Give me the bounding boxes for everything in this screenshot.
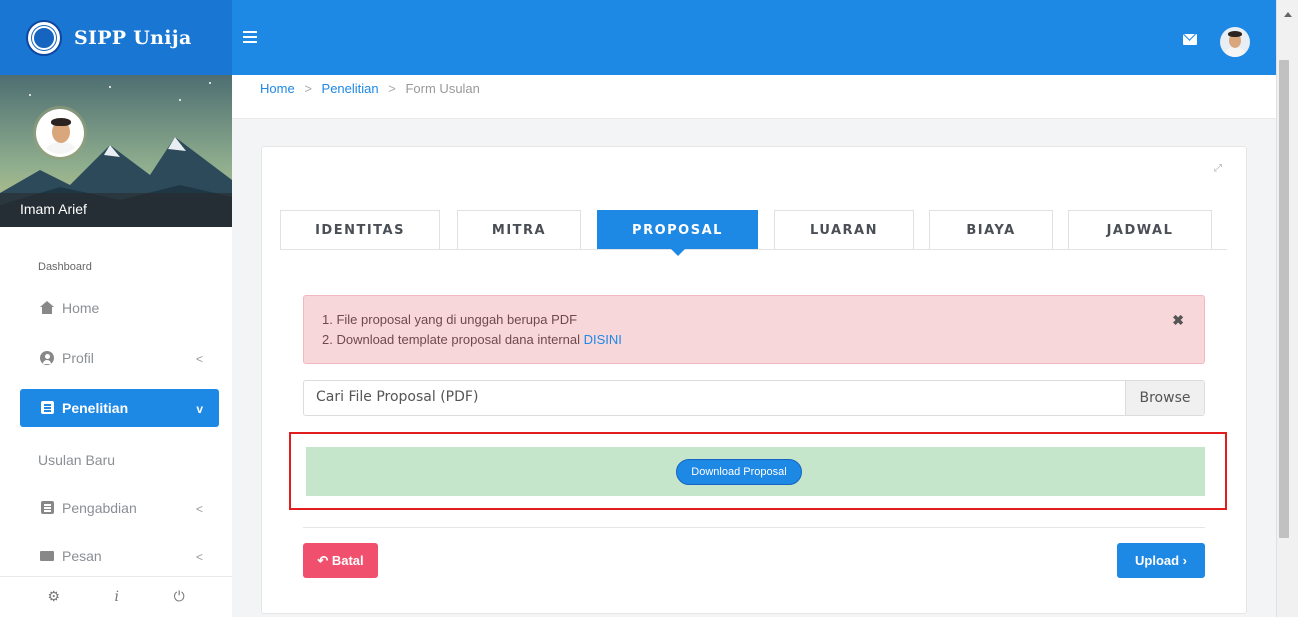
top-navbar: SIPP Unija <box>0 0 1276 75</box>
breadcrumb-separator: > <box>388 81 396 96</box>
brand-name: SIPP Unija <box>74 26 192 49</box>
scroll-up-arrow-icon[interactable] <box>1284 12 1292 17</box>
sidebar-item-penelitian[interactable]: Penelitian v <box>20 389 219 427</box>
breadcrumb-current: Form Usulan <box>405 81 480 96</box>
tab-mitra[interactable]: MITRA <box>457 210 581 249</box>
home-icon <box>40 301 54 315</box>
chevron-down-icon: v <box>196 402 203 416</box>
mail-icon[interactable] <box>1183 34 1197 45</box>
browse-button[interactable]: Browse <box>1125 381 1204 415</box>
tab-proposal[interactable]: PROPOSAL <box>597 210 758 256</box>
sidebar: Imam Arief Dashboard Home Profil < Penel… <box>0 75 232 617</box>
power-icon[interactable]: ⏻ <box>174 589 185 605</box>
alert-line-2-text: 2. Download template proposal dana inter… <box>322 332 584 347</box>
chevron-left-icon: < <box>195 550 203 564</box>
proposal-file-input[interactable]: Cari File Proposal (PDF) Browse <box>303 380 1205 416</box>
breadcrumb-penelitian[interactable]: Penelitian <box>322 81 379 96</box>
download-proposal-button[interactable]: Download Proposal <box>676 459 802 485</box>
cancel-button[interactable]: ↶ Batal <box>303 543 378 578</box>
envelope-icon <box>40 549 54 563</box>
sidebar-item-home[interactable]: Home <box>20 289 219 327</box>
tab-luaran[interactable]: LUARAN <box>774 210 914 249</box>
breadcrumb: Home > Penelitian > Form Usulan <box>232 75 1276 119</box>
sidebar-item-profil[interactable]: Profil < <box>20 339 219 377</box>
sidebar-item-label: Pengabdian <box>62 500 137 516</box>
upload-button[interactable]: Upload › <box>1117 543 1205 578</box>
tab-biaya[interactable]: BIAYA <box>929 210 1053 249</box>
info-icon[interactable]: i <box>115 589 119 605</box>
hamburger-menu-icon[interactable] <box>243 31 257 43</box>
sidebar-item-label: Pesan <box>62 548 102 564</box>
info-alert: 1. File proposal yang di unggah berupa P… <box>303 295 1205 364</box>
chevron-left-icon: < <box>195 352 203 366</box>
sidebar-item-pengabdian[interactable]: Pengabdian < <box>20 489 219 527</box>
divider <box>303 527 1205 528</box>
template-download-link[interactable]: DISINI <box>584 332 622 347</box>
chevron-left-icon: < <box>195 502 203 516</box>
document-icon <box>40 501 54 515</box>
expand-icon[interactable]: ⤢ <box>1214 163 1226 175</box>
profile-name: Imam Arief <box>0 193 232 227</box>
profile-banner: Imam Arief <box>0 75 232 227</box>
sidebar-item-label: Home <box>62 300 100 316</box>
sidebar-section-dashboard: Dashboard <box>38 261 92 273</box>
breadcrumb-separator: > <box>304 81 312 96</box>
file-input-placeholder[interactable]: Cari File Proposal (PDF) <box>304 381 1125 415</box>
breadcrumb-home[interactable]: Home <box>260 81 295 96</box>
alert-line-2: 2. Download template proposal dana inter… <box>322 330 1204 350</box>
alert-line-1: 1. File proposal yang di unggah berupa P… <box>322 312 578 327</box>
settings-icon[interactable]: ⚙ <box>47 589 60 605</box>
profile-avatar[interactable] <box>36 109 84 157</box>
user-avatar[interactable] <box>1220 27 1250 57</box>
document-icon <box>40 401 54 415</box>
sidebar-item-label: Penelitian <box>62 400 129 416</box>
close-icon[interactable]: ✖ <box>1172 310 1184 330</box>
form-tabs: IDENTITAS MITRA PROPOSAL LUARAN BIAYA JA… <box>280 210 1227 256</box>
tab-identitas[interactable]: IDENTITAS <box>280 210 440 249</box>
scrollbar[interactable] <box>1276 0 1298 617</box>
university-logo-icon <box>26 19 62 56</box>
tab-jadwal[interactable]: JADWAL <box>1068 210 1212 249</box>
sidebar-item-label: Profil <box>62 350 94 366</box>
sidebar-item-pesan[interactable]: Pesan < <box>20 537 219 575</box>
sidebar-subitem-usulan-baru[interactable]: Usulan Baru <box>38 452 115 468</box>
sidebar-footer: ⚙ i ⏻ <box>0 576 232 617</box>
brand[interactable]: SIPP Unija <box>0 0 232 75</box>
scrollbar-thumb[interactable] <box>1279 60 1289 538</box>
user-circle-icon <box>40 351 54 365</box>
